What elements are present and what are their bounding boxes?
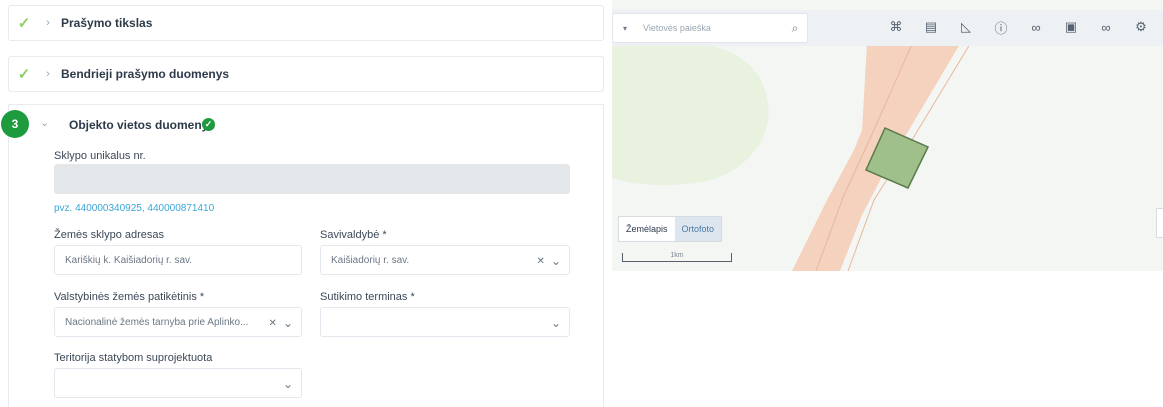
dropdown-icon[interactable]: ▾ <box>613 24 637 33</box>
step-1-header[interactable]: ✓ › Prašymo tikslas <box>8 5 604 41</box>
forest-area <box>612 44 769 186</box>
chevron-down-icon[interactable]: ⌄ <box>283 377 293 391</box>
check-icon: ✓ <box>17 66 31 83</box>
side-panel-toggle[interactable] <box>1156 208 1163 238</box>
app-root: ✓ › Prašymo tikslas ✓ › Bendrieji prašym… <box>0 0 1163 407</box>
chevron-down-icon[interactable]: ⌄ <box>551 316 561 330</box>
pdf-icon[interactable]: ▣ <box>1060 16 1082 38</box>
territory-select[interactable]: ⌄ <box>54 368 302 398</box>
measure-icon[interactable]: ◺ <box>955 16 977 38</box>
term-label: Sutikimo terminas * <box>320 291 415 303</box>
municipality-select[interactable]: Kaišiadorių r. sav. ✕ ⌄ <box>320 245 570 275</box>
check-badge-icon: ✓ <box>202 118 215 131</box>
municipality-label: Savivaldybė * <box>320 229 387 241</box>
territory-label: Teritorija statybom suprojektuota <box>54 352 213 364</box>
layers-icon[interactable]: ∞ <box>1095 16 1117 38</box>
select-icon[interactable]: ⌘ <box>885 16 907 38</box>
chevron-down-icon[interactable]: ⌄ <box>40 116 49 129</box>
cadastral-input[interactable] <box>54 164 570 194</box>
address-label: Žemės sklypo adresas <box>54 229 165 241</box>
search-input[interactable]: Vietovės paieška <box>637 23 783 33</box>
tab-ortofoto[interactable]: Ortofoto <box>674 217 722 241</box>
chevron-right-icon: › <box>46 68 50 80</box>
step-title: Prašymo tikslas <box>61 16 153 30</box>
land-office-select[interactable]: Nacionalinė žemės tarnyba prie Aplinko..… <box>54 307 302 337</box>
step-title: Bendrieji prašymo duomenys <box>61 67 230 81</box>
document-icon[interactable]: ▤ <box>920 16 942 38</box>
cadastral-label: Sklypo unikalus nr. <box>54 150 146 162</box>
land-office-value: Nacionalinė žemės tarnyba prie Aplinko..… <box>65 316 249 328</box>
section-title: Objekto vietos duomenys <box>69 118 216 132</box>
scale-bar: 1km <box>622 252 732 262</box>
term-select[interactable]: ⌄ <box>320 307 570 337</box>
clear-icon[interactable]: ✕ <box>537 256 545 267</box>
check-icon: ✓ <box>17 15 31 32</box>
cadastral-hint: pvz. 440000340925, 440000871410 <box>54 203 215 214</box>
chevron-right-icon: › <box>46 17 50 29</box>
clear-icon[interactable]: ✕ <box>269 318 277 329</box>
basemap-switcher: Žemėlapis Ortofoto <box>618 216 723 242</box>
step-2-header[interactable]: ✓ › Bendrieji prašymo duomenys <box>8 56 604 92</box>
chevron-down-icon[interactable]: ⌄ <box>283 316 293 330</box>
link-icon[interactable]: ∞ <box>1025 16 1047 38</box>
info-icon[interactable]: ⓘ <box>990 16 1012 38</box>
settings-icon[interactable]: ⚙ <box>1130 16 1152 38</box>
municipality-value: Kaišiadorių r. sav. <box>331 254 410 266</box>
address-value: Kariškių k. Kaišiadorių r. sav. <box>65 254 193 266</box>
chevron-down-icon[interactable]: ⌄ <box>551 254 561 268</box>
form-panel: ✓ › Prašymo tikslas ✓ › Bendrieji prašym… <box>0 0 606 407</box>
map-search[interactable]: ▾ Vietovės paieška ⌕ <box>612 13 808 43</box>
step-number-badge: 3 <box>1 110 29 138</box>
land-office-label: Valstybinės žemės patikėtinis * <box>54 291 205 303</box>
address-input[interactable]: Kariškių k. Kaišiadorių r. sav. <box>54 245 302 275</box>
tab-zemelapis[interactable]: Žemėlapis <box>619 217 675 241</box>
search-icon[interactable]: ⌕ <box>783 21 807 36</box>
